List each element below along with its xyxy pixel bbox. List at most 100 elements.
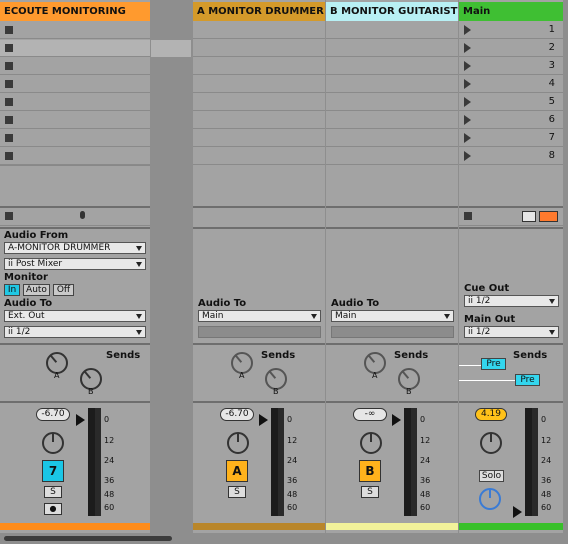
pan-knob[interactable] xyxy=(360,432,382,454)
clip-slot[interactable] xyxy=(326,94,458,111)
clip-slot[interactable] xyxy=(193,148,325,165)
stop-clip-icon[interactable] xyxy=(5,62,13,70)
cue-volume-knob[interactable] xyxy=(479,488,501,510)
clip-slot[interactable] xyxy=(0,22,150,39)
clip-slot[interactable] xyxy=(193,58,325,75)
stop-clip-icon[interactable] xyxy=(5,26,13,34)
monitor-off-button[interactable]: Off xyxy=(53,284,74,296)
volume-pointer-icon[interactable] xyxy=(76,414,85,426)
solo-button[interactable]: S xyxy=(228,486,246,498)
audio-to-select[interactable]: Main xyxy=(198,310,321,322)
clip-slot[interactable] xyxy=(193,112,325,129)
stop-all-clips-icon[interactable] xyxy=(5,212,13,220)
clip-slot[interactable] xyxy=(0,58,150,75)
volume-pointer-icon[interactable] xyxy=(392,414,401,426)
clip-slot[interactable] xyxy=(326,130,458,147)
clip-slot[interactable] xyxy=(326,22,458,39)
audio-to-select[interactable]: Ext. Out xyxy=(4,310,146,322)
scrollbar-thumb[interactable] xyxy=(4,536,172,541)
horizontal-scrollbar[interactable] xyxy=(0,533,568,544)
monitor-in-button[interactable]: In xyxy=(4,284,20,296)
scene-slot[interactable]: 7 xyxy=(459,130,563,147)
cue-out-value: ii 1/2 xyxy=(468,296,491,306)
stop-clip-icon[interactable] xyxy=(5,152,13,160)
scene-slot[interactable]: 6 xyxy=(459,112,563,129)
audio-to-select[interactable]: Main xyxy=(331,310,454,322)
main-out-select[interactable]: ii 1/2 xyxy=(464,326,559,338)
track-activator-button[interactable]: 7 xyxy=(42,460,64,482)
send-b-pre-button[interactable]: Pre xyxy=(515,374,540,386)
stop-all-clips-icon[interactable] xyxy=(464,212,472,220)
track-activator-button[interactable]: A xyxy=(226,460,248,482)
pan-knob[interactable] xyxy=(42,432,64,454)
audio-to-channel-select[interactable]: ii 1/2 xyxy=(4,326,146,338)
meter-scale-36: 36 xyxy=(104,476,115,485)
clip-slot[interactable] xyxy=(326,112,458,129)
scene-slot[interactable]: 3 xyxy=(459,58,563,75)
volume-display[interactable]: -6.70 xyxy=(36,408,70,421)
clip-slot[interactable] xyxy=(193,76,325,93)
volume-display[interactable]: -∞ xyxy=(353,408,387,421)
clip-slot[interactable] xyxy=(193,40,325,57)
track-activator-button[interactable]: B xyxy=(359,460,381,482)
stop-clip-icon[interactable] xyxy=(5,80,13,88)
microphone-icon[interactable] xyxy=(80,211,85,219)
track-title-a-monitor[interactable]: A MONITOR DRUMMER xyxy=(193,2,325,21)
follow-icon[interactable] xyxy=(522,211,536,222)
play-scene-icon[interactable] xyxy=(464,61,471,71)
meter-scale-12: 12 xyxy=(104,436,115,445)
monitor-auto-button[interactable]: Auto xyxy=(23,284,50,296)
solo-button[interactable]: S xyxy=(361,486,379,498)
clip-slot[interactable] xyxy=(326,58,458,75)
scene-slot[interactable]: 5 xyxy=(459,94,563,111)
send-a-pre-button[interactable]: Pre xyxy=(481,358,506,370)
scene-slot[interactable]: 4 xyxy=(459,76,563,93)
arm-record-button[interactable]: ● xyxy=(44,503,62,515)
clip-slot[interactable] xyxy=(0,130,150,147)
clip-slot[interactable] xyxy=(326,148,458,165)
solo-button[interactable]: S xyxy=(44,486,62,498)
stop-clip-icon[interactable] xyxy=(5,44,13,52)
play-scene-icon[interactable] xyxy=(464,79,471,89)
track-title-main[interactable]: Main xyxy=(459,2,563,21)
meter-scale-0: 0 xyxy=(541,415,547,424)
volume-display[interactable]: -6.70 xyxy=(220,408,254,421)
cue-out-select[interactable]: ii 1/2 xyxy=(464,295,559,307)
volume-pointer-icon[interactable] xyxy=(259,414,268,426)
audio-from-select[interactable]: A-MONITOR DRUMMER xyxy=(4,242,146,254)
clip-slot[interactable] xyxy=(193,22,325,39)
stop-clip-icon[interactable] xyxy=(5,116,13,124)
clip-slot[interactable] xyxy=(326,76,458,93)
meter-scale-0: 0 xyxy=(104,415,110,424)
clip-slot[interactable] xyxy=(326,40,458,57)
play-scene-icon[interactable] xyxy=(464,25,471,35)
clip-slot[interactable] xyxy=(193,130,325,147)
scene-slot[interactable]: 8 xyxy=(459,148,563,165)
pan-knob[interactable] xyxy=(480,432,502,454)
track-title-ecoute[interactable]: ECOUTE MONITORING xyxy=(0,2,150,21)
volume-display[interactable]: 4.19 xyxy=(475,408,507,421)
clip-slot[interactable] xyxy=(0,76,150,93)
play-scene-icon[interactable] xyxy=(464,151,471,161)
clip-slot[interactable] xyxy=(0,94,150,111)
capture-scene-icon[interactable] xyxy=(539,211,558,222)
clip-slot[interactable] xyxy=(0,112,150,129)
audio-from-tap-select[interactable]: ii Post Mixer xyxy=(4,258,146,270)
play-scene-icon[interactable] xyxy=(464,97,471,107)
play-scene-icon[interactable] xyxy=(464,43,471,53)
track-title-b-monitor[interactable]: B MONITOR GUITARIST xyxy=(326,2,458,21)
clip-slot[interactable] xyxy=(0,40,150,57)
solo-button[interactable]: Solo xyxy=(479,470,504,482)
scene-number: 6 xyxy=(548,114,555,125)
volume-pointer-icon[interactable] xyxy=(513,506,522,518)
scene-slot[interactable]: 1 xyxy=(459,22,563,39)
stop-clip-icon[interactable] xyxy=(5,98,13,106)
pan-knob[interactable] xyxy=(227,432,249,454)
scene-slot[interactable]: 2 xyxy=(459,40,563,57)
chevron-down-icon xyxy=(136,330,142,335)
clip-slot[interactable] xyxy=(193,94,325,111)
clip-slot[interactable] xyxy=(0,148,150,165)
play-scene-icon[interactable] xyxy=(464,115,471,125)
play-scene-icon[interactable] xyxy=(464,133,471,143)
stop-clip-icon[interactable] xyxy=(5,134,13,142)
